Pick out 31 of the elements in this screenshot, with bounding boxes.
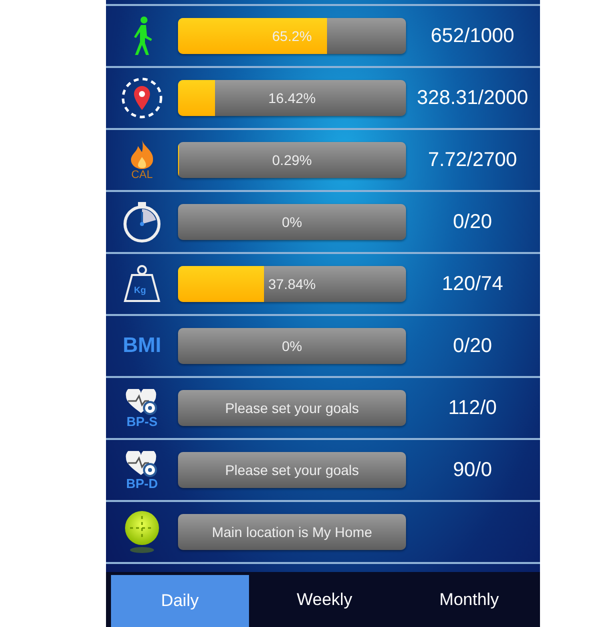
progress-bar: 0% <box>178 204 406 240</box>
bmi-label: BMI <box>122 335 162 357</box>
goal-message-button[interactable]: Please set your goals <box>178 452 406 488</box>
progress-value: 90/0 <box>453 458 492 480</box>
progress-value: 0/20 <box>453 210 492 232</box>
progress-bar: 37.84% <box>178 266 406 302</box>
blood-pressure-label: BP-S <box>126 414 158 428</box>
weight-icon <box>122 264 162 304</box>
progress-value: 328.31/2000 <box>416 86 528 108</box>
progress-value: 0/20 <box>453 334 492 356</box>
period-tab[interactable]: Weekly <box>256 572 394 627</box>
goal-message-button[interactable]: Main location is My Home <box>178 514 406 550</box>
calorie-label: CAL <box>131 168 153 182</box>
period-tab[interactable]: Daily <box>111 575 249 627</box>
blood-pressure-label: BP-D <box>126 476 158 490</box>
flame-icon <box>129 138 155 168</box>
progress-bar: 0% <box>178 328 406 364</box>
ball-icon <box>122 510 162 554</box>
goal-message-button[interactable]: Please set your goals <box>178 390 406 426</box>
period-tab[interactable]: Monthly <box>400 572 538 627</box>
progress-value: 112/0 <box>448 396 497 418</box>
progress-bar: 0.29% <box>178 142 406 178</box>
progress-bar: 65.2% <box>178 18 406 54</box>
progress-bar: 16.42% <box>178 80 406 116</box>
progress-value: 652/1000 <box>430 24 514 46</box>
heart-monitor-icon <box>125 450 159 476</box>
heart-monitor-icon <box>125 388 159 414</box>
progress-value: 120/74 <box>442 272 504 294</box>
progress-value: 7.72/2700 <box>428 148 517 170</box>
weight-unit-label: Kg <box>134 284 146 297</box>
location-pin-icon <box>120 76 164 120</box>
